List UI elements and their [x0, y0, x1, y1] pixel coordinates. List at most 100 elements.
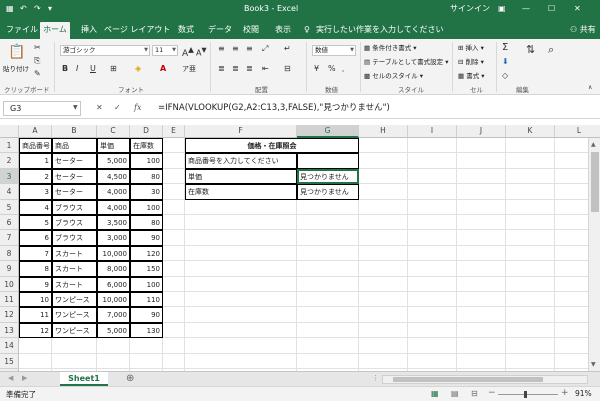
cell[interactable]: [408, 353, 457, 369]
copy-icon[interactable]: ⎘: [34, 56, 40, 66]
tab-data[interactable]: データ: [207, 22, 233, 39]
tab-insert[interactable]: 挿入: [78, 22, 100, 39]
table-cell[interactable]: 4,500: [97, 168, 130, 185]
row-header-4[interactable]: 4: [0, 184, 19, 200]
align-center-icon[interactable]: ≣: [232, 64, 239, 74]
cell[interactable]: [359, 338, 408, 354]
cell[interactable]: [163, 215, 185, 231]
cell[interactable]: [506, 230, 555, 246]
merge-center-icon[interactable]: ⊟: [284, 64, 291, 74]
row-header-2[interactable]: 2: [0, 153, 19, 169]
cell[interactable]: [408, 292, 457, 308]
cell[interactable]: [163, 199, 185, 215]
cell[interactable]: [359, 215, 408, 231]
cut-icon[interactable]: ✂: [34, 43, 41, 53]
cell[interactable]: [297, 338, 359, 354]
table-cell[interactable]: 150: [130, 261, 163, 277]
cancel-formula-icon[interactable]: ✕: [96, 102, 103, 114]
row-header-12[interactable]: 12: [0, 307, 19, 323]
cell[interactable]: [359, 292, 408, 308]
undo-icon[interactable]: ↶: [20, 3, 27, 15]
row-header-14[interactable]: 14: [0, 338, 19, 354]
cell[interactable]: [506, 184, 555, 200]
phonetic-icon[interactable]: ア亜: [182, 64, 196, 74]
ribbon-display-icon[interactable]: ▣: [498, 3, 506, 15]
cell[interactable]: [163, 168, 185, 185]
lookup-stock-value[interactable]: 見つかりません: [297, 184, 359, 200]
cell[interactable]: [408, 215, 457, 231]
format-painter-icon[interactable]: ✎: [34, 69, 41, 79]
zoom-slider[interactable]: [498, 391, 558, 398]
table-cell[interactable]: ワンピース: [52, 307, 97, 323]
table-cell[interactable]: 商品: [52, 138, 97, 154]
delete-cells-button[interactable]: ⊟ 削除 ▾: [458, 58, 484, 67]
cell[interactable]: [52, 353, 97, 369]
cell[interactable]: [457, 292, 506, 308]
cell[interactable]: [163, 261, 185, 277]
zoom-slider-thumb[interactable]: [524, 391, 527, 398]
row-header-15[interactable]: 15: [0, 353, 19, 369]
cell[interactable]: [359, 245, 408, 262]
cell[interactable]: [97, 353, 130, 369]
table-cell[interactable]: 12: [19, 322, 52, 339]
zoom-out-icon[interactable]: −: [488, 388, 496, 398]
vertical-scrollbar[interactable]: ▲ ▼: [588, 138, 600, 371]
cell[interactable]: [408, 307, 457, 323]
cell[interactable]: [359, 322, 408, 339]
align-middle-icon[interactable]: ≡: [232, 44, 239, 54]
table-cell[interactable]: 2: [19, 168, 52, 185]
table-cell[interactable]: ワンピース: [52, 322, 97, 339]
row-header-3[interactable]: 3: [0, 168, 19, 185]
tab-page-layout[interactable]: ページ レイアウト: [104, 22, 170, 39]
align-bottom-icon[interactable]: ≡: [246, 44, 253, 54]
wrap-text-icon[interactable]: ↵: [284, 44, 291, 54]
cell[interactable]: [359, 153, 408, 169]
insert-cells-button[interactable]: ⊞ 挿入 ▾: [458, 44, 484, 53]
table-cell[interactable]: 1: [19, 153, 52, 169]
table-cell[interactable]: セーター: [52, 184, 97, 200]
underline-icon[interactable]: U: [90, 64, 96, 74]
table-cell[interactable]: 11: [19, 307, 52, 323]
lookup-id-input[interactable]: [297, 153, 359, 169]
cell[interactable]: [457, 168, 506, 185]
cell[interactable]: [408, 338, 457, 354]
cell[interactable]: [185, 215, 297, 231]
table-cell[interactable]: 100: [130, 153, 163, 169]
cell[interactable]: [457, 353, 506, 369]
table-cell[interactable]: 90: [130, 230, 163, 246]
table-cell[interactable]: 6: [19, 230, 52, 246]
cell[interactable]: [457, 153, 506, 169]
conditional-formatting-button[interactable]: ▦ 条件付き書式 ▾: [364, 44, 417, 53]
table-cell[interactable]: 5,000: [97, 153, 130, 169]
autosum-icon[interactable]: Σ: [502, 43, 508, 53]
lookup-stock-label[interactable]: 在庫数: [185, 184, 297, 200]
cell[interactable]: [359, 230, 408, 246]
increase-font-icon[interactable]: A▲: [182, 45, 194, 59]
find-select-icon[interactable]: ⌕: [548, 44, 554, 55]
zoom-in-icon[interactable]: +: [561, 388, 569, 398]
maximize-icon[interactable]: ☐: [548, 3, 555, 15]
table-cell[interactable]: 90: [130, 307, 163, 323]
cell[interactable]: [457, 138, 506, 154]
cell[interactable]: [408, 168, 457, 185]
cell[interactable]: [457, 307, 506, 323]
table-cell[interactable]: 3,000: [97, 230, 130, 246]
column-header-f[interactable]: F: [185, 125, 297, 138]
sheet-prev-icon[interactable]: ◀: [8, 374, 13, 382]
row-header-1[interactable]: 1: [0, 138, 19, 154]
table-cell[interactable]: 8: [19, 261, 52, 277]
cell[interactable]: [408, 153, 457, 169]
normal-view-icon[interactable]: ▦: [431, 389, 439, 398]
cell[interactable]: [408, 184, 457, 200]
table-cell[interactable]: ブラウス: [52, 215, 97, 231]
cell[interactable]: [163, 338, 185, 354]
font-name-select[interactable]: 游ゴシック ▼: [60, 45, 150, 56]
cell[interactable]: [506, 168, 555, 185]
align-right-icon[interactable]: ≣: [246, 64, 253, 74]
table-cell[interactable]: 5: [19, 215, 52, 231]
align-top-icon[interactable]: ≡: [218, 44, 225, 54]
sort-filter-icon[interactable]: ⇅: [526, 44, 535, 55]
table-cell[interactable]: 100: [130, 276, 163, 292]
table-cell[interactable]: ブラウス: [52, 230, 97, 246]
cell[interactable]: [359, 184, 408, 200]
